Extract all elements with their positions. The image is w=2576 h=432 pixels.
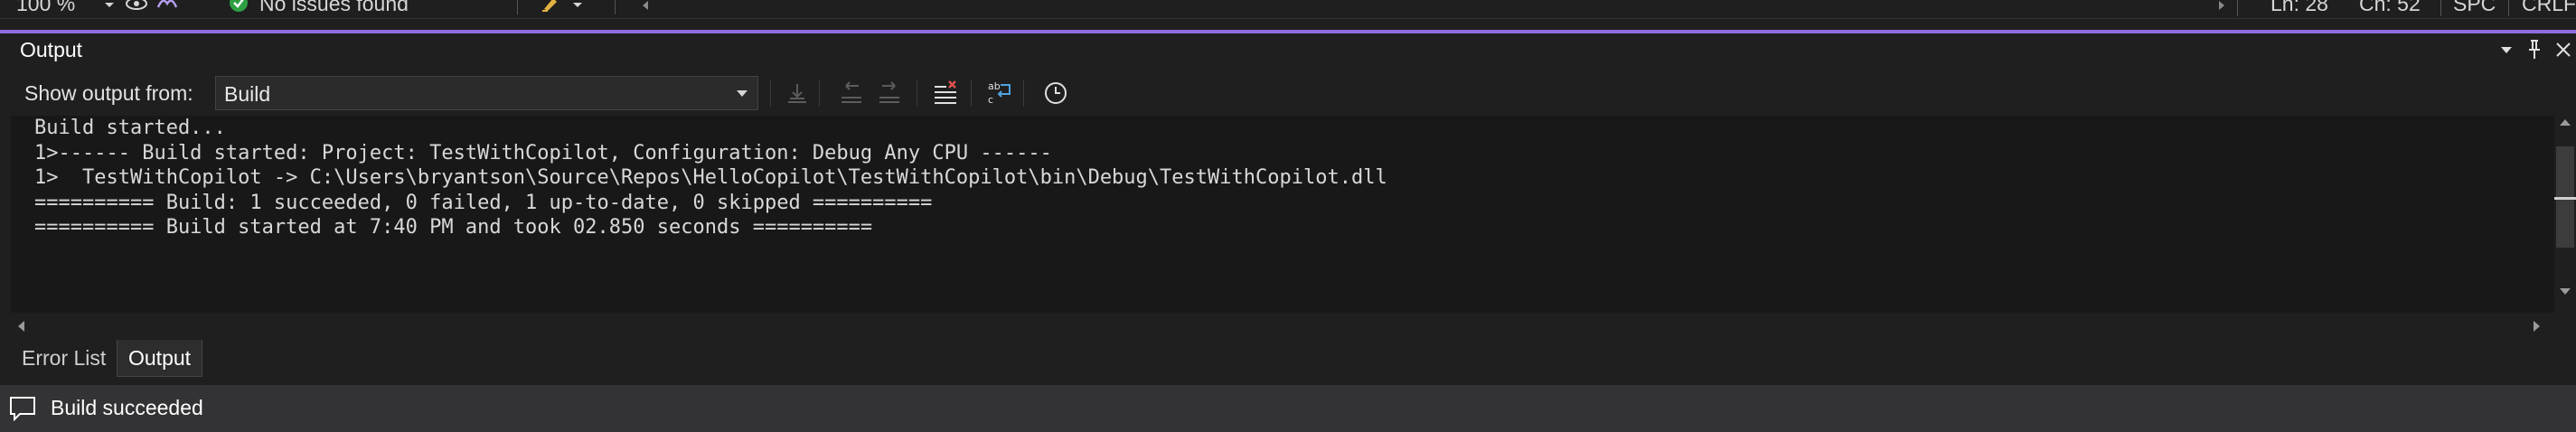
scroll-left-icon[interactable]: [16, 320, 25, 333]
editor-status-strip: 100 % No issues found Ln: 28 Ch: 52 SPC …: [0, 0, 2576, 19]
output-line: 1>------ Build started: Project: TestWit…: [34, 141, 1052, 164]
next-message-icon[interactable]: [873, 78, 906, 108]
timestamp-clock-icon[interactable]: [1039, 78, 1072, 108]
output-window-title: Output: [20, 38, 83, 61]
output-source-select[interactable]: Build: [215, 76, 758, 110]
go-to-source-icon[interactable]: [781, 78, 813, 108]
output-text-area[interactable]: Build started... 1>------ Build started:…: [11, 116, 2576, 320]
cleanup-brush-icon[interactable]: [541, 0, 562, 13]
status-message: Build succeeded: [51, 396, 203, 419]
output-log: Build started... 1>------ Build started:…: [34, 116, 1387, 240]
cleanup-dropdown-icon[interactable]: [571, 1, 584, 10]
scroll-up-icon[interactable]: [2559, 117, 2571, 127]
separator: [2440, 0, 2441, 16]
svg-text:c: c: [988, 94, 993, 106]
scroll-left-icon[interactable]: [640, 0, 651, 11]
whitespace-mode[interactable]: SPC: [2453, 0, 2496, 16]
copilot-icon[interactable]: [155, 0, 179, 11]
show-output-label: Show output from:: [24, 81, 193, 105]
output-title-bar: Output: [0, 33, 2576, 70]
horizontal-scrollbar[interactable]: [11, 313, 2554, 338]
output-source-value: Build: [224, 82, 271, 106]
close-icon[interactable]: [2554, 41, 2572, 59]
scroll-right-icon[interactable]: [2216, 0, 2227, 11]
separator: [971, 80, 972, 107]
vertical-scrollbar[interactable]: [2554, 116, 2576, 320]
issues-status[interactable]: No issues found: [259, 0, 409, 16]
separator: [819, 80, 820, 107]
separator: [1023, 80, 1024, 107]
output-line: ========== Build: 1 succeeded, 0 failed,…: [34, 191, 933, 214]
zoom-dropdown-icon[interactable]: [103, 1, 116, 10]
line-ending[interactable]: CRLF: [2522, 0, 2576, 16]
scroll-position-marker: [2554, 197, 2576, 200]
tab-output[interactable]: Output: [117, 340, 203, 377]
scroll-down-icon[interactable]: [2559, 287, 2571, 296]
separator: [2508, 0, 2509, 16]
status-bar: Build succeeded: [0, 385, 2576, 432]
window-options-dropdown-icon[interactable]: [2500, 46, 2513, 55]
zoom-level[interactable]: 100 %: [16, 0, 75, 16]
clear-all-icon[interactable]: [929, 78, 962, 108]
bottom-panel-tabs: Error List Output: [0, 338, 2576, 380]
notification-icon[interactable]: [9, 396, 36, 421]
word-wrap-icon[interactable]: ab c: [983, 78, 1016, 108]
column-number[interactable]: Ch: 52: [2359, 0, 2421, 16]
output-toolbar: Show output from: Build ab c: [0, 70, 2576, 116]
output-line: ========== Build started at 7:40 PM and …: [34, 216, 873, 239]
output-line: Build started...: [34, 117, 226, 139]
separator: [517, 0, 518, 14]
separator: [2237, 0, 2238, 16]
separator: [770, 80, 771, 107]
separator: [615, 0, 616, 14]
line-number[interactable]: Ln: 28: [2270, 0, 2328, 16]
check-circle-icon: [228, 0, 249, 13]
svg-text:ab: ab: [988, 80, 1001, 92]
output-line: 1> TestWithCopilot -> C:\Users\bryantson…: [34, 166, 1387, 189]
scroll-right-icon[interactable]: [2533, 320, 2542, 333]
tab-error-list[interactable]: Error List: [11, 340, 117, 376]
previous-message-icon[interactable]: [835, 78, 868, 108]
pin-icon[interactable]: [2527, 39, 2542, 61]
eye-icon[interactable]: [125, 0, 148, 11]
chevron-down-icon: [736, 89, 748, 99]
